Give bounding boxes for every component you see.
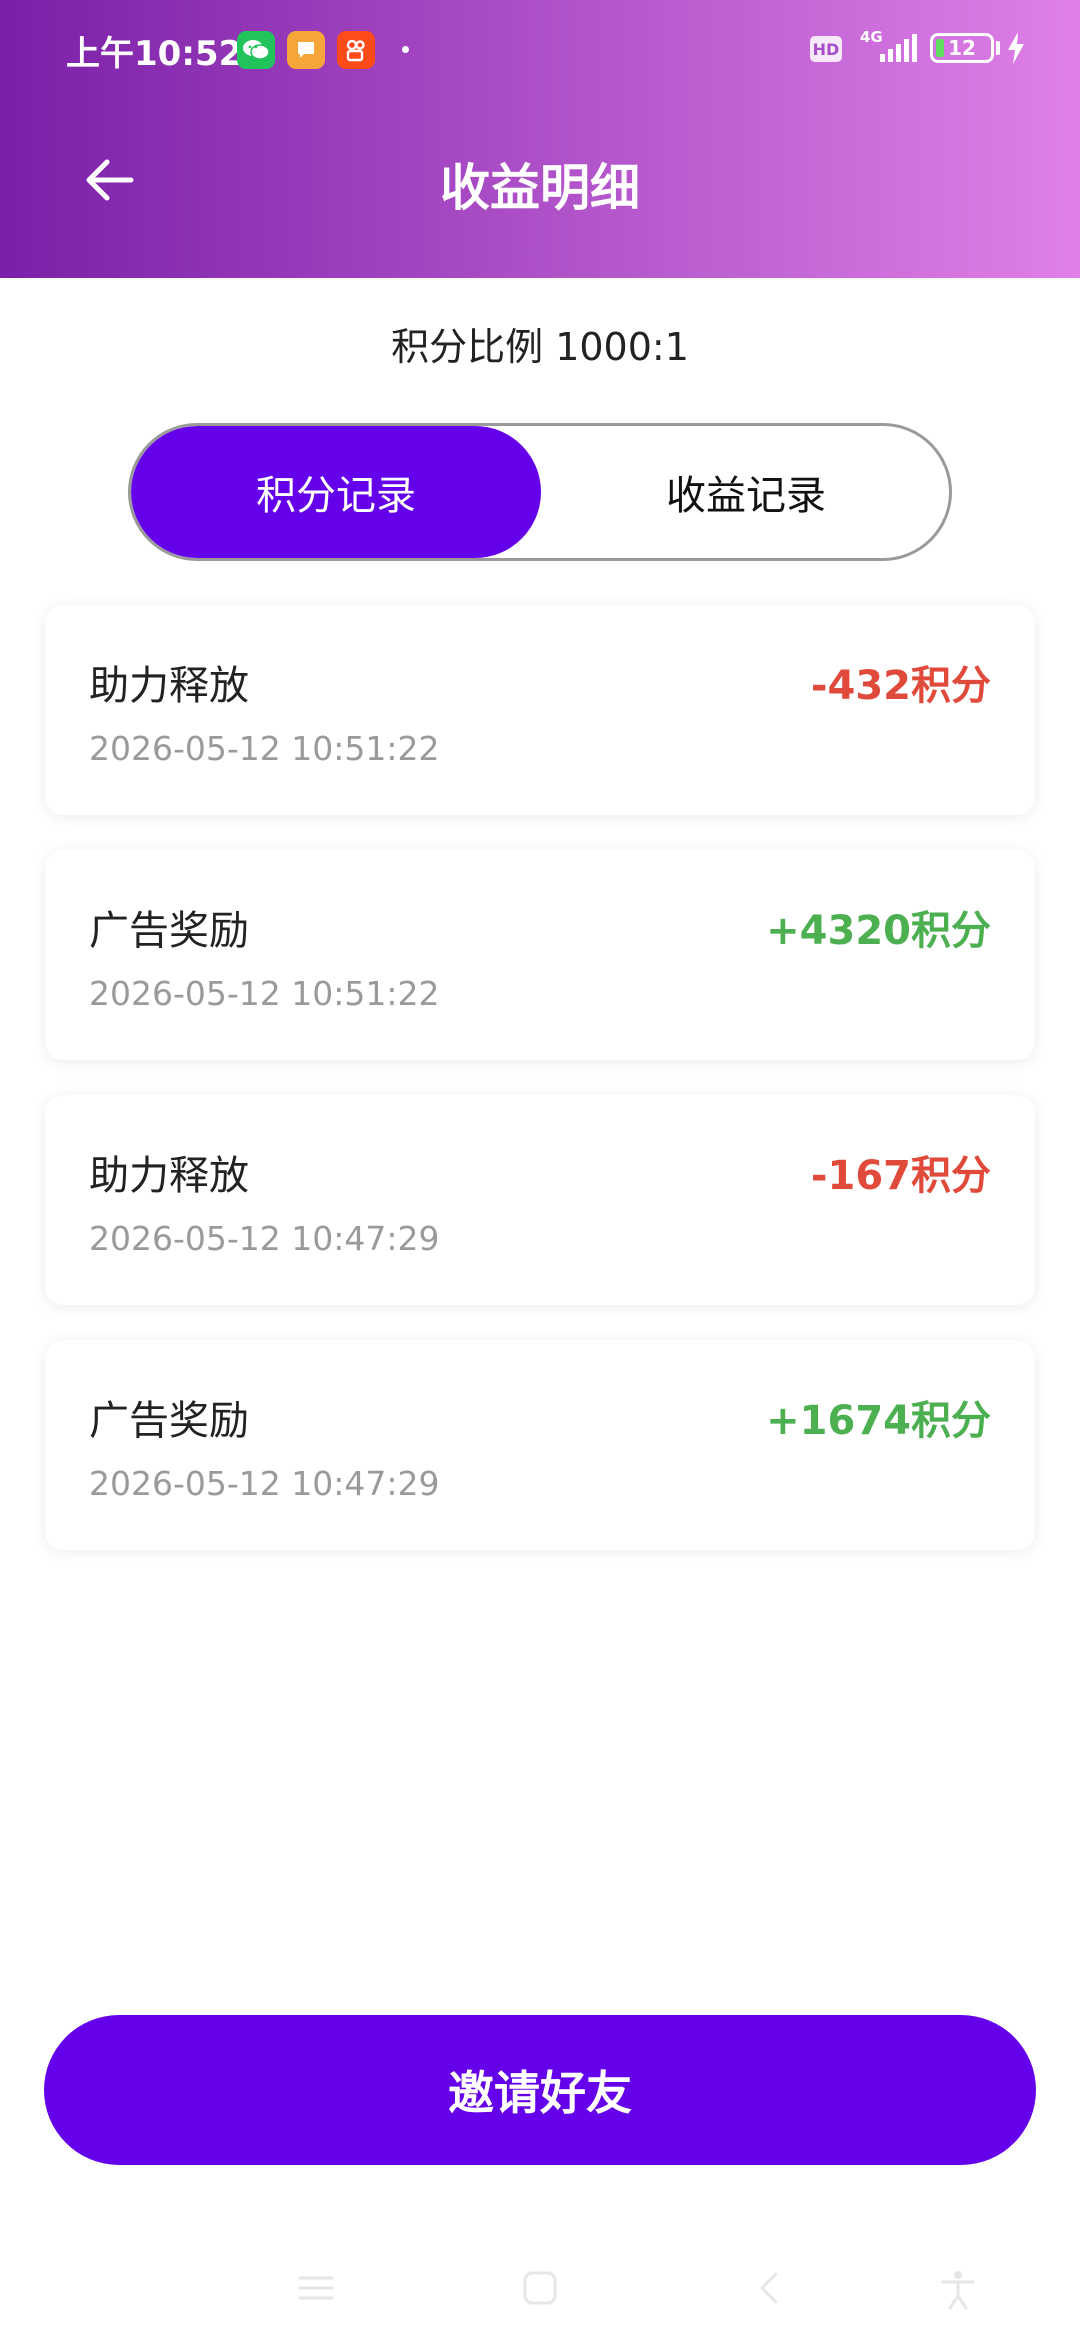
record-item: 助力释放 2026-05-12 10:47:29 -167积分 (45, 1095, 1035, 1305)
record-amount: +1674积分 (766, 1398, 991, 1444)
page: 上午10:52 HD 4G 12 收益明细 积分比例 1000:1 积分记录 收… (0, 0, 1080, 2340)
record-amount: +4320积分 (766, 908, 991, 954)
back-icon[interactable] (752, 2270, 788, 2306)
record-amount: -167积分 (810, 1153, 991, 1199)
notification-dot (402, 46, 409, 53)
record-item: 助力释放 2026-05-12 10:51:22 -432积分 (45, 605, 1035, 815)
record-time: 2026-05-12 10:47:29 (89, 1464, 440, 1503)
record-amount: -432积分 (810, 663, 991, 709)
signal-icon (880, 34, 917, 62)
accessibility-icon[interactable] (940, 2270, 976, 2310)
record-item: 广告奖励 2026-05-12 10:47:29 +1674积分 (45, 1340, 1035, 1550)
wechat-icon (237, 31, 275, 69)
record-time: 2026-05-12 10:51:22 (89, 974, 440, 1013)
tab-points-records[interactable]: 积分记录 (131, 426, 541, 558)
record-title: 广告奖励 (89, 908, 249, 954)
system-nav-bar (0, 2240, 1080, 2340)
menu-icon[interactable] (298, 2270, 334, 2306)
kuaishou-icon (337, 31, 375, 69)
record-time: 2026-05-12 10:47:29 (89, 1219, 440, 1258)
record-title: 助力释放 (89, 663, 249, 709)
message-icon (287, 31, 325, 69)
status-time: 上午10:52 (66, 34, 243, 74)
tab-earnings-records[interactable]: 收益记录 (541, 426, 949, 558)
record-title: 助力释放 (89, 1153, 249, 1199)
hd-badge: HD (810, 36, 842, 62)
record-title: 广告奖励 (89, 1398, 249, 1444)
record-time: 2026-05-12 10:51:22 (89, 729, 440, 768)
header: 上午10:52 HD 4G 12 收益明细 (0, 0, 1080, 278)
record-tabs: 积分记录 收益记录 (128, 423, 952, 561)
battery-level: 12 (948, 36, 976, 60)
points-ratio: 积分比例 1000:1 (391, 325, 689, 369)
battery-icon: 12 (930, 33, 994, 63)
page-title: 收益明细 (440, 159, 640, 217)
records-list: 助力释放 2026-05-12 10:51:22 -432积分 广告奖励 202… (45, 605, 1035, 1585)
charging-icon (1008, 32, 1024, 64)
record-item: 广告奖励 2026-05-12 10:51:22 +4320积分 (45, 850, 1035, 1060)
invite-friends-button[interactable]: 邀请好友 (44, 2015, 1036, 2165)
home-icon[interactable] (522, 2270, 558, 2306)
status-bar: 上午10:52 HD 4G 12 (0, 0, 1080, 100)
